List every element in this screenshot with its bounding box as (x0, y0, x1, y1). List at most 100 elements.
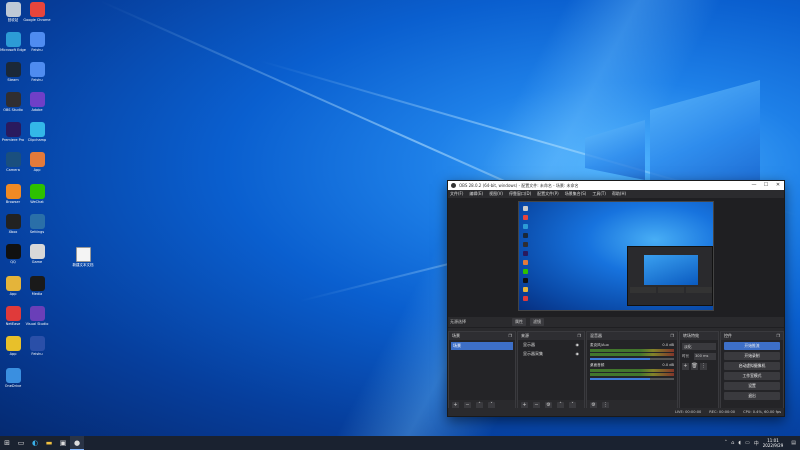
menu-file[interactable]: 文件(F) (450, 191, 463, 197)
transition-select[interactable]: 淡化 (682, 343, 716, 350)
desktop-shortcut[interactable]: Clipchamp (24, 122, 50, 142)
audio-meter (590, 349, 674, 352)
desktop-shortcut[interactable]: Media (24, 276, 50, 296)
studio-mode-button[interactable]: 工作室模式 (724, 372, 780, 380)
chevron-up-icon[interactable]: ˄ (725, 440, 728, 446)
input-method-icon[interactable]: 中 (754, 440, 759, 447)
app-icon (5, 336, 21, 351)
desktop-shortcut-label: Settings (29, 230, 45, 234)
desktop-shortcut[interactable]: App (24, 152, 50, 172)
maximize-button[interactable]: ☐ (760, 181, 772, 190)
desktop-shortcut[interactable]: Adobe (24, 92, 50, 112)
settings-button[interactable]: 设置 (724, 382, 780, 390)
status-bar: LIVE: 00:00:00 REC: 00:00:00 CPU: 0.4%, … (448, 408, 784, 416)
desktop-shortcut-label: Media (31, 292, 43, 296)
app-icon (29, 152, 45, 167)
app-icon (5, 244, 21, 259)
close-button[interactable]: ✕ (772, 181, 784, 190)
channel-name: 桌面音频 (590, 363, 605, 367)
store-icon[interactable]: ▣ (56, 436, 70, 450)
battery-icon[interactable]: ▭ (745, 440, 750, 446)
controls-dock: 控件 ❐ 开始推流 开始录制 启动虚拟摄像机 工作室模式 设置 退出 (720, 331, 784, 411)
desktop-file-icon[interactable]: 新建文本文档 (70, 247, 96, 267)
volume-slider[interactable] (590, 358, 674, 360)
filters-button[interactable]: 滤镜 (530, 318, 544, 326)
windows-start-icon[interactable]: ⊞ (0, 436, 14, 450)
desktop-shortcut-label: Feishu (31, 48, 43, 52)
menu-help[interactable]: 帮助(H) (612, 191, 626, 197)
audio-meter (590, 369, 674, 372)
desktop-shortcut[interactable]: Feishu (24, 336, 50, 356)
duration-input[interactable]: 300 ms (694, 353, 716, 360)
desktop-shortcut-label: Feishu (31, 78, 43, 82)
desktop-shortcut-label: Adobe (31, 108, 43, 112)
channel-db: 0.0 dB (662, 363, 674, 367)
delete-transition-icon[interactable]: 🗑 (691, 363, 698, 370)
scene-item[interactable]: 场景 (451, 342, 513, 350)
dock-options-icon[interactable]: ❐ (776, 332, 780, 340)
mixer-header: 混音器 (590, 333, 602, 338)
task-view-icon[interactable]: ▭ (14, 436, 28, 450)
desktop-shortcut[interactable]: WeChat (24, 184, 50, 204)
file-explorer-icon[interactable]: ▬ (42, 436, 56, 450)
edge-icon[interactable]: ◐ (28, 436, 42, 450)
clock[interactable]: 11:01 2022/9/29 (763, 438, 784, 448)
controls-header: 控件 (724, 333, 732, 338)
menu-profile[interactable]: 配置文件(P) (537, 191, 559, 197)
start-virtual-camera-button[interactable]: 启动虚拟摄像机 (724, 362, 780, 370)
obs-window[interactable]: OBS 28.0.2 (64-bit, windows) - 配置文件: 未命名… (447, 180, 785, 417)
minimize-button[interactable]: — (748, 181, 760, 190)
live-status: LIVE: 00:00:00 (674, 410, 702, 414)
volume-slider[interactable] (590, 378, 674, 380)
volume-icon[interactable]: ◖ (738, 440, 741, 446)
clock-date: 2022/9/29 (762, 443, 784, 448)
eye-icon[interactable]: ◉ (576, 350, 580, 358)
menu-tools[interactable]: 工具(T) (592, 191, 606, 197)
source-item[interactable]: 显示器采集 ◉ (520, 350, 582, 358)
dock-options-icon[interactable]: ❐ (670, 332, 674, 340)
desktop-shortcut-label: Visual Studio (25, 322, 49, 326)
source-item[interactable]: 显示器 ◉ (520, 341, 582, 349)
transition-menu-icon[interactable]: ⋮ (700, 363, 707, 370)
notification-icon[interactable]: ▤ (791, 440, 796, 446)
transitions-header: 转场特效 (683, 333, 699, 338)
desktop-shortcut-label: OneDrive (4, 384, 22, 388)
desktop-shortcut-label: WeChat (30, 200, 44, 204)
desktop-shortcut[interactable]: Feishu (24, 62, 50, 82)
preview-canvas[interactable] (518, 201, 714, 311)
eye-icon[interactable]: ◉ (576, 341, 580, 349)
menu-scene-collection[interactable]: 场景集合(S) (565, 191, 587, 197)
desktop-shortcut[interactable]: Settings (24, 214, 50, 234)
menu-edit[interactable]: 编辑(E) (469, 191, 483, 197)
windows-logo-pane (650, 80, 760, 180)
start-recording-button[interactable]: 开始录制 (724, 352, 780, 360)
obs-logo-icon (451, 183, 456, 188)
desktop-shortcut[interactable]: OneDrive (0, 368, 26, 388)
desktop-shortcut[interactable]: Visual Studio (24, 306, 50, 326)
network-icon[interactable]: ⌂ (731, 440, 734, 446)
obs-title-bar[interactable]: OBS 28.0.2 (64-bit, windows) - 配置文件: 未命名… (448, 181, 784, 190)
preview-area[interactable] (448, 198, 784, 328)
exit-button[interactable]: 退出 (724, 392, 780, 400)
properties-button[interactable]: 属性 (512, 318, 526, 326)
channel-name: 麦克风/Aux (590, 343, 609, 347)
desktop-shortcut-label: Feishu (31, 352, 43, 356)
app-icon (29, 92, 45, 107)
app-icon (5, 2, 21, 17)
mixer-channel: 桌面音频 0.0 dB (590, 363, 674, 380)
menu-docks[interactable]: 停靠窗口(D) (509, 191, 531, 197)
desktop-shortcut[interactable]: Game (24, 244, 50, 264)
add-transition-icon[interactable]: + (682, 363, 689, 370)
app-icon (5, 122, 21, 137)
text-file-icon (75, 247, 91, 262)
obs-icon[interactable]: ● (70, 436, 84, 450)
scenes-dock: 场景 ❐ 场景 + − ˄ ˅ (448, 331, 516, 411)
desktop-shortcut[interactable]: Feishu (24, 32, 50, 52)
dock-options-icon[interactable]: ❐ (577, 332, 581, 340)
menu-view[interactable]: 视图(V) (489, 191, 503, 197)
sources-header: 来源 (521, 333, 529, 338)
desktop-shortcut[interactable]: Google Chrome (23, 2, 51, 22)
mixer-dock: 混音器 ❐ 麦克风/Aux 0.0 dB 桌面音频 0.0 dB ⚙ ⋮ (586, 331, 678, 411)
dock-options-icon[interactable]: ❐ (508, 332, 512, 340)
start-streaming-button[interactable]: 开始推流 (724, 342, 780, 350)
